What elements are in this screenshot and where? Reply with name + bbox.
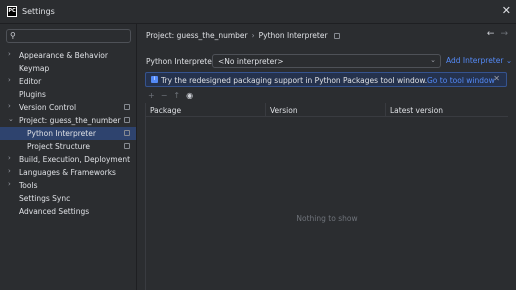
chevron-right-icon: › xyxy=(8,76,11,84)
sidebar-item-label: Appearance & Behavior xyxy=(19,51,108,60)
sidebar-item-appearance-behavior[interactable]: › Appearance & Behavior xyxy=(0,49,136,62)
settings-content: Project: guess_the_number › Python Interpr… xyxy=(138,24,516,290)
sidebar-item-project[interactable]: ⌄ Project: guess_the_number xyxy=(0,114,136,127)
banner-text: Try the redesigned packaging support in … xyxy=(161,76,428,85)
upgrade-package-icon[interactable]: ↑ xyxy=(173,91,180,103)
interpreter-select-value: <No interpreter> xyxy=(218,57,284,66)
chevron-right-icon: › xyxy=(8,167,11,175)
sidebar-item-plugins[interactable]: Plugins xyxy=(0,88,136,101)
sidebar-item-label: Project: guess_the_number xyxy=(19,116,121,125)
eye-icon[interactable]: ◉ xyxy=(186,91,193,103)
sidebar-item-languages-frameworks[interactable]: › Languages & Frameworks xyxy=(0,166,136,179)
sidebar-item-label: Python Interpreter xyxy=(27,129,96,138)
chevron-right-icon: › xyxy=(8,154,11,162)
empty-state-text: Nothing to show xyxy=(296,214,358,223)
column-header-package[interactable]: Package xyxy=(150,106,181,115)
project-scope-icon xyxy=(124,117,130,123)
packages-toolbar: + − ↑ ◉ xyxy=(148,91,193,103)
packages-table: Package Version Latest version Nothing t… xyxy=(145,103,508,290)
sidebar-item-label: Build, Execution, Deployment xyxy=(19,155,131,164)
breadcrumb-project[interactable]: Project: guess_the_number xyxy=(146,31,248,40)
forward-arrow-icon[interactable]: → xyxy=(500,29,508,39)
breadcrumb: Project: guess_the_number › Python Interpr… xyxy=(146,31,340,40)
chevron-down-icon: ⌄ xyxy=(430,56,436,64)
sidebar-item-label: Advanced Settings xyxy=(19,207,90,216)
pycharm-logo-icon: PC xyxy=(7,6,17,17)
history-nav: ← → xyxy=(487,29,508,39)
remove-package-icon[interactable]: − xyxy=(161,91,168,103)
back-arrow-icon[interactable]: ← xyxy=(487,29,495,39)
sidebar-item-label: Tools xyxy=(19,181,38,190)
sidebar-item-keymap[interactable]: Keymap xyxy=(0,62,136,75)
close-icon[interactable]: ✕ xyxy=(502,4,511,17)
table-header: Package Version Latest version xyxy=(146,103,508,117)
sidebar-item-label: Project Structure xyxy=(27,142,90,151)
sidebar-item-label: Settings Sync xyxy=(19,194,71,203)
sidebar-item-settings-sync[interactable]: Settings Sync xyxy=(0,192,136,205)
chevron-right-icon: › xyxy=(8,50,11,58)
sidebar-item-build-execution-deployment[interactable]: › Build, Execution, Deployment xyxy=(0,153,136,166)
sidebar-item-label: Editor xyxy=(19,77,42,86)
chevron-down-icon: ⌄ xyxy=(8,115,14,123)
sidebar-item-label: Plugins xyxy=(19,90,46,99)
sidebar-item-project-structure[interactable]: Project Structure xyxy=(0,140,136,153)
go-to-tool-window-link[interactable]: Go to tool window xyxy=(427,76,495,85)
sidebar-item-python-interpreter[interactable]: Python Interpreter xyxy=(0,127,136,140)
sidebar-item-version-control[interactable]: › Version Control xyxy=(0,101,136,114)
search-box[interactable]: ⚲ xyxy=(6,29,131,43)
search-icon: ⚲ xyxy=(10,31,16,40)
column-divider[interactable] xyxy=(385,103,386,117)
sidebar-item-tools[interactable]: › Tools xyxy=(0,179,136,192)
interpreter-label: Python Interpreter: xyxy=(146,57,218,66)
close-icon[interactable]: ✕ xyxy=(493,74,500,83)
sidebar-item-advanced-settings[interactable]: Advanced Settings xyxy=(0,205,136,218)
project-scope-icon xyxy=(124,130,130,136)
column-header-latest-version[interactable]: Latest version xyxy=(390,106,443,115)
project-scope-icon xyxy=(124,104,130,110)
window-title: Settings xyxy=(22,7,55,16)
project-scope-icon xyxy=(124,143,130,149)
project-scope-icon xyxy=(333,33,340,39)
interpreter-select[interactable]: <No interpreter> ⌄ xyxy=(212,54,441,68)
breadcrumb-page: Python Interpreter xyxy=(258,31,328,40)
search-input[interactable] xyxy=(21,31,126,41)
settings-sidebar: ⚲ › Appearance & Behavior Keymap › Edito… xyxy=(0,24,137,290)
add-interpreter-link[interactable]: Add Interpreter ⌄ xyxy=(446,56,512,65)
info-icon: i xyxy=(151,76,158,83)
column-divider[interactable] xyxy=(265,103,266,117)
chevron-right-icon: › xyxy=(8,102,11,110)
info-banner: i Try the redesigned packaging support i… xyxy=(145,72,507,87)
add-package-icon[interactable]: + xyxy=(148,91,155,103)
sidebar-item-label: Languages & Frameworks xyxy=(19,168,116,177)
title-bar: PC Settings ✕ xyxy=(0,0,516,24)
chevron-right-icon: › xyxy=(8,180,11,188)
sidebar-item-label: Version Control xyxy=(19,103,77,112)
column-header-version[interactable]: Version xyxy=(270,106,298,115)
sidebar-item-editor[interactable]: › Editor xyxy=(0,75,136,88)
breadcrumb-separator: › xyxy=(251,31,255,40)
sidebar-item-label: Keymap xyxy=(19,64,50,73)
